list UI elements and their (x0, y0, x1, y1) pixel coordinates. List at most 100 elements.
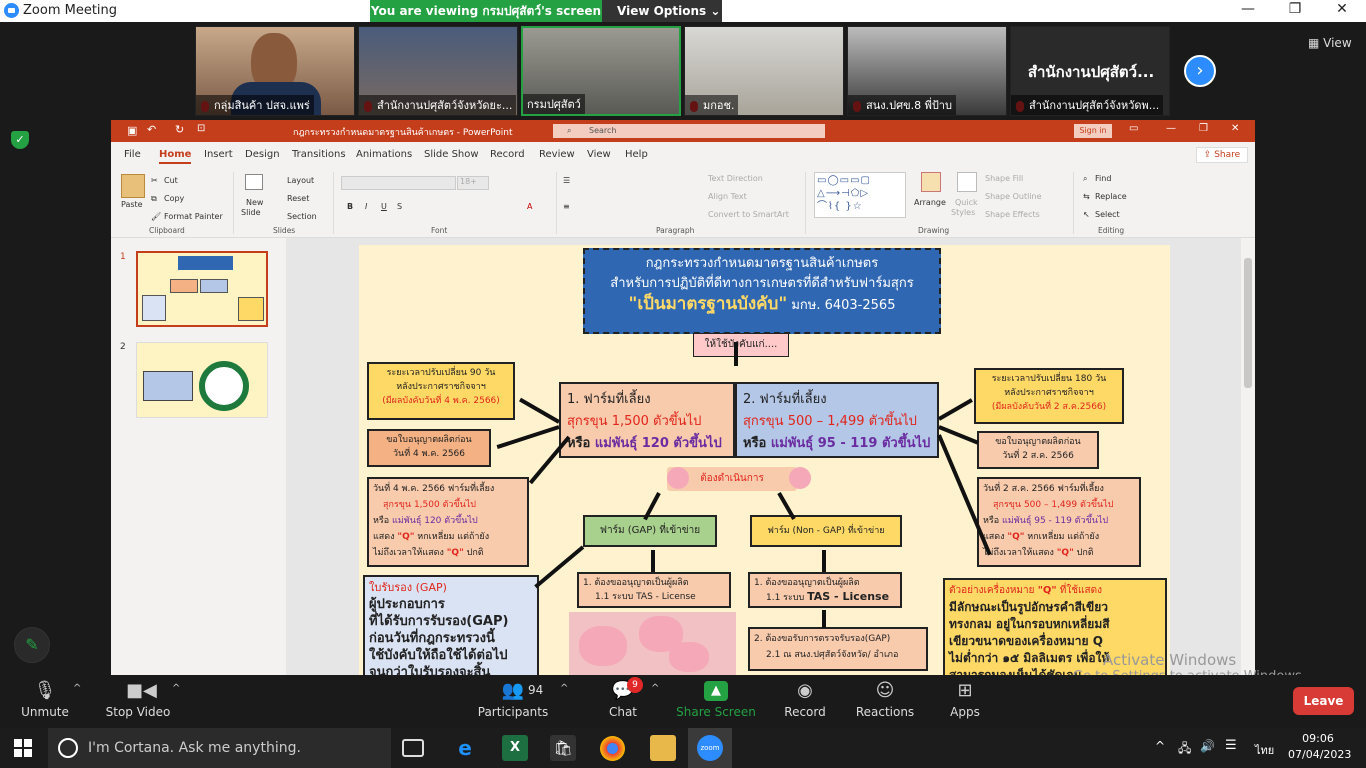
windows-start-icon[interactable] (14, 739, 32, 757)
bullets-button[interactable]: ☰ (563, 176, 570, 185)
text-direction-button[interactable]: Text Direction (708, 174, 763, 183)
shape-outline-button[interactable]: Shape Outline (985, 192, 1042, 201)
chrome-icon[interactable] (600, 736, 625, 761)
tab-file[interactable]: File (124, 149, 141, 160)
italic-button[interactable]: I (365, 202, 367, 211)
leave-button[interactable]: Leave (1293, 687, 1354, 715)
participants-button[interactable]: 👥 Participants (468, 675, 558, 720)
reset-button[interactable]: Reset (287, 194, 309, 203)
font-color-button[interactable]: A (527, 202, 532, 211)
tab-transitions[interactable]: Transitions (292, 149, 346, 160)
select-button[interactable]: Select (1095, 210, 1120, 219)
quick-styles-label2[interactable]: Styles (951, 208, 975, 217)
undo-icon[interactable]: ↶ (147, 123, 156, 136)
tab-design[interactable]: Design (245, 149, 280, 160)
restore-button[interactable]: ❐ (1275, 1, 1315, 21)
new-slide-label2[interactable]: Slide (241, 208, 261, 217)
close-button[interactable]: ✕ (1322, 1, 1362, 21)
next-page-button[interactable]: › (1184, 55, 1216, 87)
copy-button[interactable]: Copy (164, 194, 184, 203)
view-button[interactable]: ▦ View (1308, 36, 1352, 50)
scrollbar-thumb[interactable] (1244, 258, 1252, 388)
edge-browser-icon[interactable]: e (452, 735, 478, 761)
action-center-icon[interactable]: ☰ (1225, 738, 1237, 753)
volume-icon[interactable]: 🔊 (1200, 739, 1215, 753)
vertical-scrollbar[interactable] (1241, 238, 1255, 675)
chat-button[interactable]: 💬 Chat (578, 675, 668, 720)
zoom-taskbar-item[interactable]: zoom (688, 728, 732, 768)
ppt-search-input[interactable]: ⌕ Search (553, 124, 825, 138)
tab-help[interactable]: Help (625, 149, 648, 160)
participant-tile[interactable]: มกอช. (684, 26, 844, 116)
arrange-button[interactable]: Arrange (914, 198, 946, 207)
redo-icon[interactable]: ↻ (175, 123, 184, 136)
arrange-icon[interactable] (921, 172, 941, 192)
network-icon[interactable]: 🖧 (1178, 739, 1191, 760)
find-button[interactable]: Find (1095, 174, 1111, 183)
ppt-close-button[interactable]: ✕ (1231, 123, 1239, 134)
quick-styles-icon[interactable] (957, 172, 977, 192)
bold-button[interactable]: B (347, 202, 353, 211)
ppt-minimize-button[interactable]: — (1166, 123, 1176, 134)
sign-in-button[interactable]: Sign in (1074, 124, 1112, 138)
shape-effects-button[interactable]: Shape Effects (985, 210, 1040, 219)
tab-insert[interactable]: Insert (204, 149, 233, 160)
align-text-button[interactable]: Align Text (708, 192, 747, 201)
font-family-select[interactable] (341, 176, 456, 190)
convert-smartart-button[interactable]: Convert to SmartArt (708, 210, 789, 219)
file-explorer-icon[interactable] (650, 735, 676, 761)
present-icon[interactable]: ⊡ (197, 123, 205, 134)
slide-thumbnail-1[interactable] (136, 251, 268, 327)
underline-button[interactable]: U (381, 202, 387, 211)
excel-icon[interactable]: X (502, 735, 528, 761)
task-view-icon[interactable] (402, 739, 424, 757)
stop-video-button[interactable]: ■◀ Stop Video (93, 675, 183, 720)
new-slide-icon[interactable] (245, 174, 263, 190)
current-slide[interactable]: กฎกระทรวงกำหนดมาตรฐานสินค้าเกษตร สำหรับก… (359, 245, 1170, 675)
chat-chevron-icon[interactable]: ^ (651, 683, 659, 694)
unmute-button[interactable]: 🎙 Unmute (0, 675, 90, 720)
tab-animations[interactable]: Animations (356, 149, 412, 160)
cortana-search-box[interactable]: I'm Cortana. Ask me anything. (48, 728, 391, 768)
cut-button[interactable]: Cut (164, 176, 178, 185)
participants-chevron-icon[interactable]: ^ (560, 683, 568, 694)
participant-tile[interactable]: สำนักงานปศุสัตว์จังหวัดยะ... (358, 26, 518, 116)
view-options-button[interactable]: View Options ⌄ (602, 0, 722, 22)
ppt-restore-button[interactable]: ❐ (1199, 123, 1208, 134)
paste-icon[interactable] (121, 174, 145, 198)
minimize-button[interactable]: — (1228, 1, 1268, 21)
participant-tile[interactable]: สนง.ปศข.8 พี่ป้าบ (847, 26, 1007, 116)
font-size-select[interactable]: 18+ (457, 176, 489, 190)
new-slide-label[interactable]: New (246, 198, 263, 207)
apps-button[interactable]: ⊞ Apps (920, 675, 1010, 720)
section-button[interactable]: Section (287, 212, 317, 221)
store-icon[interactable]: 🛍 (550, 735, 576, 761)
layout-button[interactable]: Layout (287, 176, 314, 185)
ribbon-display-icon[interactable]: ▭ (1129, 123, 1138, 134)
share-button[interactable]: ⇪ Share (1196, 147, 1248, 163)
audio-options-chevron-icon[interactable]: ^ (73, 683, 81, 694)
input-language[interactable]: ไทย (1255, 741, 1274, 759)
slide-thumbnail-2[interactable] (136, 342, 268, 418)
save-icon[interactable]: ▣ (127, 124, 137, 137)
system-clock[interactable]: 09:06 07/04/2023 (1288, 731, 1351, 763)
quick-styles-label[interactable]: Quick (955, 198, 978, 207)
participant-tile[interactable]: กลุ่มสินค้า ปสจ.แพร่ (195, 26, 355, 116)
record-button[interactable]: ◉ Record (760, 675, 850, 720)
show-hidden-icons-chevron[interactable]: ^ (1155, 739, 1165, 753)
align-left-button[interactable]: ≡ (563, 202, 570, 211)
replace-button[interactable]: Replace (1095, 192, 1127, 201)
annotate-pencil-icon[interactable]: ✎ (14, 627, 50, 663)
paste-button[interactable]: Paste (121, 200, 143, 209)
reactions-button[interactable]: ☺ Reactions (840, 675, 930, 720)
tab-record[interactable]: Record (490, 149, 525, 160)
participant-tile[interactable]: สำนักงานปศุสัตว์... สำนักงานปศุสัตว์จังห… (1010, 26, 1170, 116)
format-painter-button[interactable]: Format Painter (164, 212, 223, 221)
video-options-chevron-icon[interactable]: ^ (172, 683, 180, 694)
tab-view[interactable]: View (587, 149, 611, 160)
tab-home[interactable]: Home (159, 149, 192, 164)
shapes-gallery[interactable]: ▭◯▭▭▢ △⟶⊣⬠▷ ⌒⌇{ }☆ (814, 172, 906, 218)
tab-slide-show[interactable]: Slide Show (424, 149, 479, 160)
participant-tile-active-speaker[interactable]: กรมปศุสัตว์ (521, 26, 681, 116)
shape-fill-button[interactable]: Shape Fill (985, 174, 1023, 183)
